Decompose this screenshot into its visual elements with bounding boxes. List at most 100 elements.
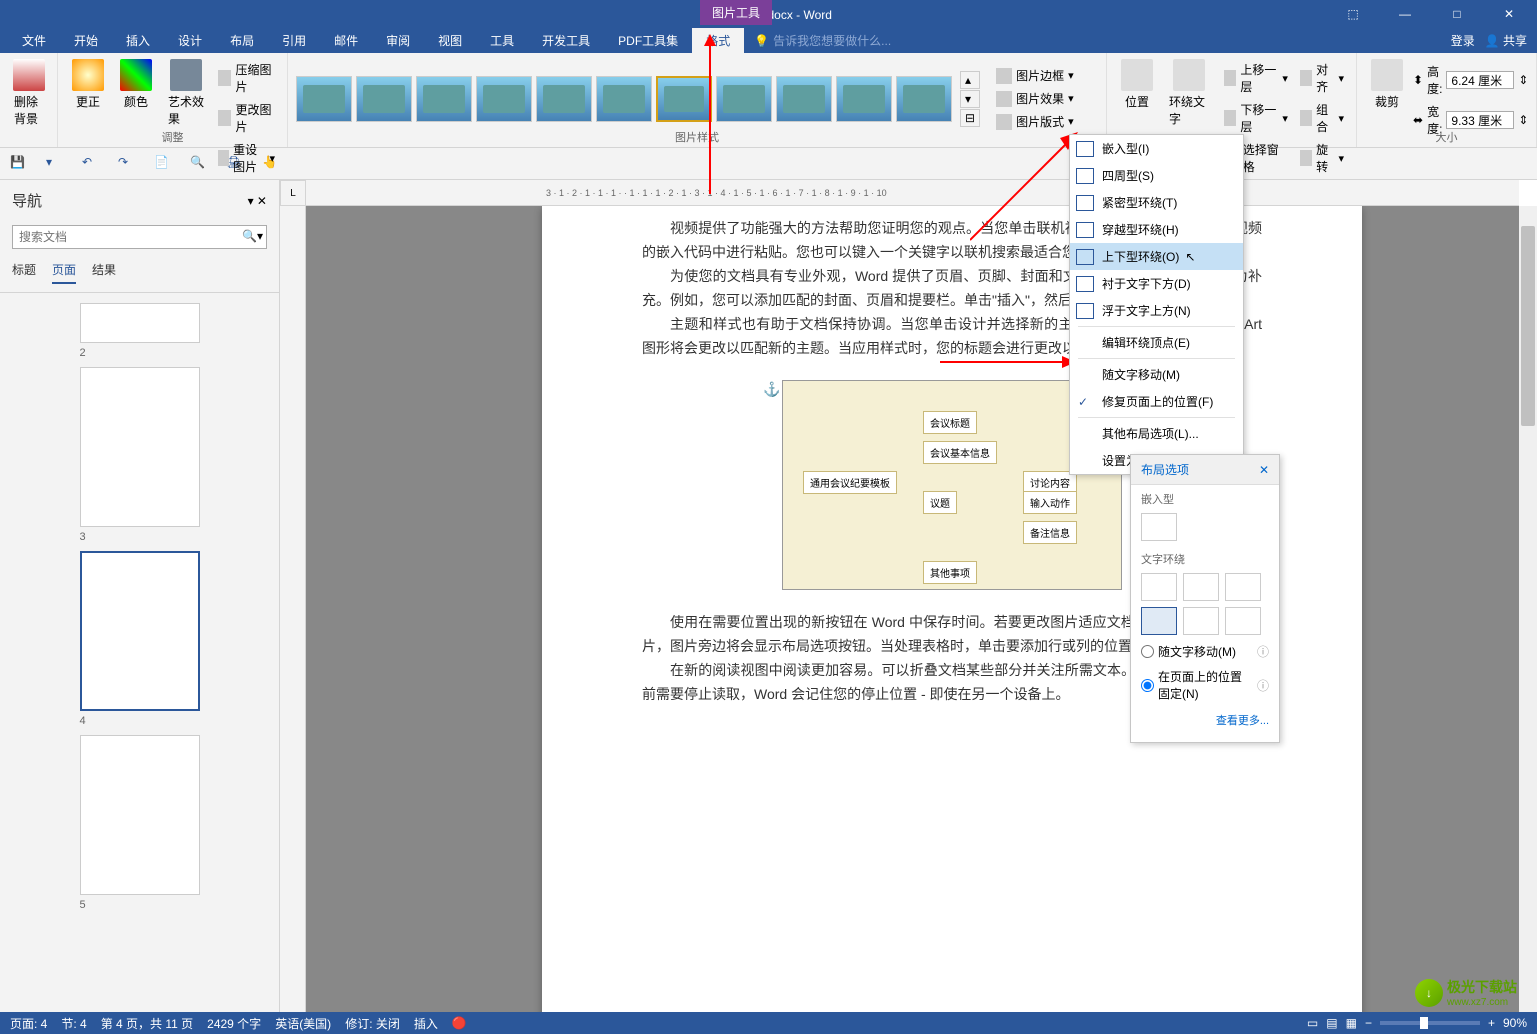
send-backward-button[interactable]: 下移一层 ▾ xyxy=(1220,99,1292,137)
minimize-button[interactable]: — xyxy=(1385,0,1425,28)
layout-see-more[interactable]: 查看更多... xyxy=(1131,706,1279,734)
ruler-corner[interactable]: L xyxy=(280,180,306,206)
menu-format[interactable]: 格式 xyxy=(692,28,744,53)
vertical-scrollbar[interactable] xyxy=(1519,206,1537,1012)
info-icon-2[interactable]: ⓘ xyxy=(1257,677,1269,694)
style-thumb-7[interactable] xyxy=(656,76,712,122)
view-read-mode[interactable]: ▭ xyxy=(1307,1016,1318,1030)
layout-popup-close[interactable]: ✕ xyxy=(1259,463,1269,477)
layout-opt-through[interactable] xyxy=(1225,573,1261,601)
picture-border-button[interactable]: 图片边框 ▾ xyxy=(992,65,1078,86)
horizontal-ruler[interactable]: 3 · 1 · 2 · 1 · 1 · 1 · · 1 · 1 · 1 · 2 … xyxy=(306,180,1519,206)
width-field[interactable]: ⬌宽度:⇕ xyxy=(1413,103,1528,137)
gallery-more-button[interactable]: ⊟ xyxy=(960,109,980,127)
style-thumb-11[interactable] xyxy=(896,76,952,122)
menu-view[interactable]: 视图 xyxy=(424,28,476,53)
save-button[interactable]: 💾 xyxy=(10,155,28,173)
color-button[interactable]: 颜色 xyxy=(114,57,158,177)
wrap-edit-points[interactable]: 编辑环绕顶点(E) xyxy=(1070,329,1243,356)
change-picture-button[interactable]: 更改图片 xyxy=(214,99,279,137)
status-page-of[interactable]: 第 4 页，共 11 页 xyxy=(101,1015,193,1032)
style-thumb-10[interactable] xyxy=(836,76,892,122)
picture-layout-button[interactable]: 图片版式 ▾ xyxy=(992,111,1078,132)
wrap-tight[interactable]: 紧密型环绕(T) xyxy=(1070,189,1243,216)
corrections-button[interactable]: 更正 xyxy=(66,57,110,177)
nav-tab-headings[interactable]: 标题 xyxy=(12,261,36,284)
wrap-through[interactable]: 穿越型环绕(H) xyxy=(1070,216,1243,243)
status-track[interactable]: 修订: 关闭 xyxy=(345,1015,400,1032)
thumb-page-5[interactable] xyxy=(80,735,200,895)
maximize-button[interactable]: □ xyxy=(1437,0,1477,28)
close-button[interactable]: ✕ xyxy=(1489,0,1529,28)
layout-opt-topbottom[interactable] xyxy=(1141,607,1177,635)
artistic-effects-button[interactable]: 艺术效果 xyxy=(162,57,210,177)
status-insert[interactable]: 插入 xyxy=(414,1015,438,1032)
group-button[interactable]: 组合 ▾ xyxy=(1296,99,1348,137)
nav-thumbnails[interactable]: 2 3 4 5 xyxy=(0,293,279,1012)
status-words[interactable]: 2429 个字 xyxy=(207,1015,261,1032)
menu-developer[interactable]: 开发工具 xyxy=(528,28,604,53)
style-thumb-3[interactable] xyxy=(416,76,472,122)
ribbon-options-icon[interactable]: ⬚ xyxy=(1333,0,1373,28)
thumb-page-2[interactable] xyxy=(80,303,200,343)
style-thumb-8[interactable] xyxy=(716,76,772,122)
share-button[interactable]: 👤 共享 xyxy=(1485,32,1527,49)
layout-opt-inline[interactable] xyxy=(1141,513,1177,541)
qat-dropdown[interactable]: ▾ xyxy=(46,155,64,173)
nav-tab-results[interactable]: 结果 xyxy=(92,261,116,284)
align-button[interactable]: 对齐 ▾ xyxy=(1296,59,1348,97)
style-thumb-5[interactable] xyxy=(536,76,592,122)
thumb-page-4[interactable] xyxy=(80,551,200,711)
height-input[interactable] xyxy=(1446,71,1514,89)
scroll-thumb[interactable] xyxy=(1521,226,1535,426)
menu-pdf[interactable]: PDF工具集 xyxy=(604,28,692,53)
wrap-front[interactable]: 浮于文字上方(N) xyxy=(1070,297,1243,324)
vertical-ruler[interactable] xyxy=(280,206,306,1012)
crop-button[interactable]: 裁剪 xyxy=(1365,57,1409,137)
wrap-behind[interactable]: 衬于文字下方(D) xyxy=(1070,270,1243,297)
zoom-out-button[interactable]: − xyxy=(1365,1016,1372,1030)
nav-dropdown-icon[interactable]: ▾ ✕ xyxy=(248,194,267,208)
context-tab-picture-tools[interactable]: 图片工具 xyxy=(700,0,772,25)
height-stepper[interactable]: ⇕ xyxy=(1518,73,1528,87)
style-thumb-6[interactable] xyxy=(596,76,652,122)
menu-insert[interactable]: 插入 xyxy=(112,28,164,53)
wrap-more-options[interactable]: 其他布局选项(L)... xyxy=(1070,420,1243,447)
menu-layout[interactable]: 布局 xyxy=(216,28,268,53)
menu-home[interactable]: 开始 xyxy=(60,28,112,53)
layout-opt-front[interactable] xyxy=(1225,607,1261,635)
menu-design[interactable]: 设计 xyxy=(164,28,216,53)
width-input[interactable] xyxy=(1446,111,1514,129)
radio-move-with-text[interactable] xyxy=(1141,645,1154,658)
menu-review[interactable]: 审阅 xyxy=(372,28,424,53)
layout-opt-tight[interactable] xyxy=(1183,573,1219,601)
gallery-next-button[interactable]: ▾ xyxy=(960,90,980,108)
gallery-prev-button[interactable]: ▴ xyxy=(960,71,980,89)
picture-effects-button[interactable]: 图片效果 ▾ xyxy=(992,88,1078,109)
thumb-page-3[interactable] xyxy=(80,367,200,527)
info-icon-1[interactable]: ⓘ xyxy=(1257,643,1269,660)
menu-file[interactable]: 文件 xyxy=(8,28,60,53)
bring-forward-button[interactable]: 上移一层 ▾ xyxy=(1220,59,1292,97)
height-field[interactable]: ⬍高度:⇕ xyxy=(1413,63,1528,97)
rotate-button[interactable]: 旋转 ▾ xyxy=(1296,139,1348,177)
width-stepper[interactable]: ⇕ xyxy=(1518,113,1528,127)
style-thumb-1[interactable] xyxy=(296,76,352,122)
style-thumb-9[interactable] xyxy=(776,76,832,122)
view-web-layout[interactable]: ▦ xyxy=(1346,1016,1357,1030)
wrap-move-with-text[interactable]: 随文字移动(M) xyxy=(1070,361,1243,388)
zoom-in-button[interactable]: + xyxy=(1488,1016,1495,1030)
login-button[interactable]: 登录 xyxy=(1451,32,1475,49)
wrap-inline[interactable]: 嵌入型(I) xyxy=(1070,135,1243,162)
document-area[interactable]: 视频提供了功能强大的方法帮助您证明您的观点。当您单击联机视频时，可以在想要添加的… xyxy=(306,206,1519,1012)
menu-references[interactable]: 引用 xyxy=(268,28,320,53)
style-thumb-4[interactable] xyxy=(476,76,532,122)
wrap-top-bottom[interactable]: 上下型环绕(O) ↖ xyxy=(1070,243,1243,270)
search-icon[interactable]: 🔍▾ xyxy=(242,229,263,243)
zoom-slider[interactable] xyxy=(1380,1021,1480,1025)
layout-radio-move[interactable]: 随文字移动(M) ⓘ xyxy=(1131,639,1279,664)
status-section[interactable]: 节: 4 xyxy=(61,1015,86,1032)
layout-opt-square[interactable] xyxy=(1141,573,1177,601)
remove-background-button[interactable]: 删除背景 xyxy=(8,57,49,129)
layout-radio-fix[interactable]: 在页面上的位置固定(N) ⓘ xyxy=(1131,664,1279,706)
